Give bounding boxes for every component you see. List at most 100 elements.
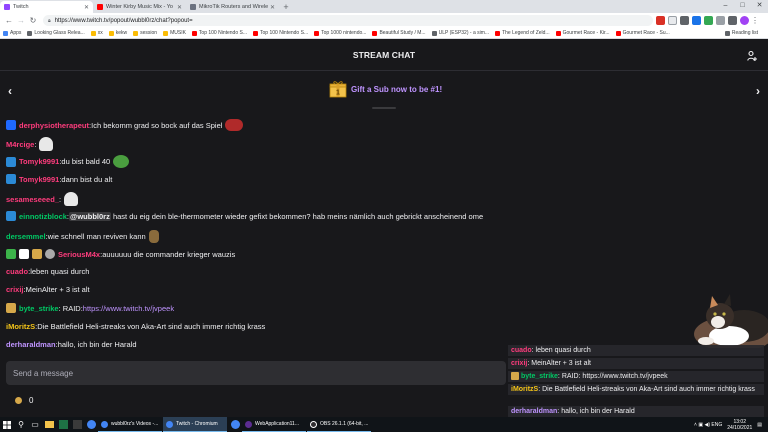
reading-list-button[interactable]: Reading list	[724, 30, 758, 36]
chat-username[interactable]: M4rcige	[6, 140, 34, 149]
bookmark-label: kekw	[115, 30, 128, 36]
chat-username[interactable]: iMoritzS	[6, 322, 35, 331]
bookmarks-bar: Apps Looking Glass Relea... xx kekw sess…	[0, 28, 768, 39]
bookmark-label: xx	[97, 30, 103, 36]
taskbar-app-videos[interactable]: wubbl0rz's Videos -...	[98, 417, 162, 432]
terminal-icon[interactable]	[70, 417, 84, 432]
file-explorer-icon[interactable]	[42, 417, 56, 432]
bookmark-item[interactable]: Top 100 Nintendo S...	[253, 30, 308, 36]
chat-message: derphysiotherapeut: Ich bekomm grad so b…	[6, 119, 244, 131]
chat-username[interactable]: einnotizblock	[19, 212, 67, 221]
volume-icon[interactable]: ◀︎)	[704, 422, 710, 428]
chat-message-input[interactable]: Send a message	[6, 361, 506, 385]
chevron-right-icon[interactable]: ›	[751, 84, 765, 98]
subscriber-badge-icon	[6, 120, 16, 130]
system-clock[interactable]: 13:02 24/10/2021	[727, 419, 752, 431]
chat-username[interactable]: SeriousM4x	[58, 250, 100, 259]
gift-sub-cta[interactable]: 1 Gift a Sub now to be #1!	[329, 80, 442, 98]
banner-handle[interactable]	[372, 107, 396, 109]
gift-sub-text: Gift a Sub now to be #1!	[351, 84, 443, 94]
chat-username[interactable]: sesameseeed_	[6, 195, 59, 204]
chat-username[interactable]: derphysiotherapeut	[19, 121, 89, 130]
taskbar-app-twitch[interactable]: Twitch - Chromium	[163, 417, 227, 432]
close-window-button[interactable]: ✕	[751, 0, 768, 12]
close-tab-icon[interactable]: ✕	[177, 4, 182, 11]
overlay-text: Die Battlefield Heli-streaks von Aka-Art…	[542, 386, 755, 393]
browser-tab-twitch[interactable]: Twitch ✕	[0, 1, 93, 13]
forward-arrow-icon[interactable]: →	[15, 16, 27, 25]
excel-icon[interactable]	[56, 417, 70, 432]
windows-start-icon[interactable]	[0, 417, 14, 432]
taskbar-app-label: Twitch - Chromium	[176, 421, 218, 427]
bookmark-folder[interactable]: MUSIK	[163, 30, 186, 36]
chat-username[interactable]: derharaldman	[6, 340, 56, 349]
channel-points-button[interactable]: 0	[14, 396, 33, 405]
bookmark-folder[interactable]: xx	[90, 30, 103, 36]
community-users-icon[interactable]	[747, 50, 759, 62]
message-link[interactable]: https://www.twitch.tv/jvpeek	[83, 304, 174, 313]
maximize-button[interactable]: □	[734, 0, 751, 12]
search-icon[interactable]: ⚲	[14, 417, 28, 432]
chevron-left-icon[interactable]: ‹	[3, 84, 17, 98]
overlay-text: MeinAlter + 3 ist alt	[531, 360, 591, 367]
puzzle-icon[interactable]	[728, 16, 737, 25]
minimize-button[interactable]: –	[717, 0, 734, 12]
bookmark-label: ULP (ESP32) - a sim...	[438, 30, 490, 36]
browser-tab-mikrotik[interactable]: MikroTik Routers and Wireless ✕	[186, 1, 279, 13]
chat-username[interactable]: byte_strike	[19, 304, 59, 313]
extension-icon[interactable]	[668, 16, 677, 25]
network-icon[interactable]: ▣	[698, 422, 703, 428]
chat-username[interactable]: Tomyk9991	[19, 157, 59, 166]
extension-icon[interactable]	[680, 16, 689, 25]
chat-username[interactable]: cuado	[6, 267, 28, 276]
menu-dots-icon[interactable]: ⋮	[749, 16, 761, 25]
bookmark-item[interactable]: Top 100 Nintendo S...	[191, 30, 247, 36]
extension-icon[interactable]	[656, 16, 665, 25]
task-view-icon[interactable]: ▭	[28, 417, 42, 432]
bookmark-item[interactable]: Beautiful Study / M...	[372, 30, 426, 36]
bookmark-item[interactable]: Gourmet Race - Su...	[615, 30, 670, 36]
bookmark-item[interactable]: Top 1000 nintendo...	[314, 30, 366, 36]
address-bar[interactable]: 🔒︎ https://www.twitch.tv/popout/wubbl0rz…	[43, 15, 653, 26]
taskbar-app-visual-studio[interactable]: WebApplication11...	[242, 417, 306, 432]
close-tab-icon[interactable]: ✕	[270, 4, 275, 11]
tray-chevron-icon[interactable]: ˄	[694, 422, 697, 428]
bookmark-item[interactable]: The Legend of Zeld...	[495, 30, 550, 36]
tab-title: Twitch	[13, 4, 29, 10]
reload-icon[interactable]: ↻	[27, 16, 39, 25]
extension-icon[interactable]	[692, 16, 701, 25]
bookmark-folder[interactable]: kekw	[108, 30, 128, 36]
bookmark-folder[interactable]: session	[133, 30, 157, 36]
chat-username[interactable]: dersemmel	[6, 232, 46, 241]
chat-username[interactable]: Tomyk9991	[19, 175, 59, 184]
profile-avatar-icon[interactable]	[740, 16, 749, 25]
bookmark-apps[interactable]: Apps	[3, 30, 21, 36]
chrome-icon[interactable]	[228, 417, 242, 432]
taskbar-app-obs[interactable]: OBS 26.1.1 (64-bit, ...	[307, 417, 371, 432]
browser-tab-kirby-music[interactable]: Winter Kirby Music Mix - Yo ✕	[93, 1, 186, 13]
user-mention[interactable]: @wubbl0rz	[69, 211, 111, 221]
youtube-favicon-icon	[253, 30, 259, 36]
chat-message: crixij: MeinAlter + 3 ist alt	[6, 285, 90, 294]
bookmark-item[interactable]: Gourmet Race - Kir...	[555, 30, 610, 36]
extension-icon[interactable]	[704, 16, 713, 25]
message-separator: :	[58, 194, 62, 204]
back-arrow-icon[interactable]: ←	[3, 16, 15, 25]
taskbar-app-label: OBS 26.1.1 (64-bit, ...	[320, 421, 369, 427]
chrome-icon[interactable]	[84, 417, 98, 432]
chat-message: cuado: leben quasi durch	[6, 267, 89, 276]
bookmark-item[interactable]: ULP (ESP32) - a sim...	[431, 30, 490, 36]
language-indicator[interactable]: ENG	[711, 422, 722, 428]
chat-message: dersemmel: wie schnell man reviven kann	[6, 230, 159, 243]
badge-icon	[45, 249, 55, 259]
new-tab-button[interactable]: +	[279, 1, 293, 13]
chat-username[interactable]: crixij	[6, 285, 24, 294]
overlay-message: cuado: leben quasi durch	[508, 345, 764, 356]
bookmark-item[interactable]: Looking Glass Relea...	[27, 30, 85, 36]
overlay-username: crixij	[511, 360, 528, 367]
extension-icon[interactable]	[716, 16, 725, 25]
folder-icon	[133, 30, 139, 36]
close-tab-icon[interactable]: ✕	[84, 4, 89, 11]
message-text: auuuuuu die commander krieger wauzis	[102, 249, 236, 259]
notifications-icon[interactable]: ▤	[757, 422, 762, 428]
